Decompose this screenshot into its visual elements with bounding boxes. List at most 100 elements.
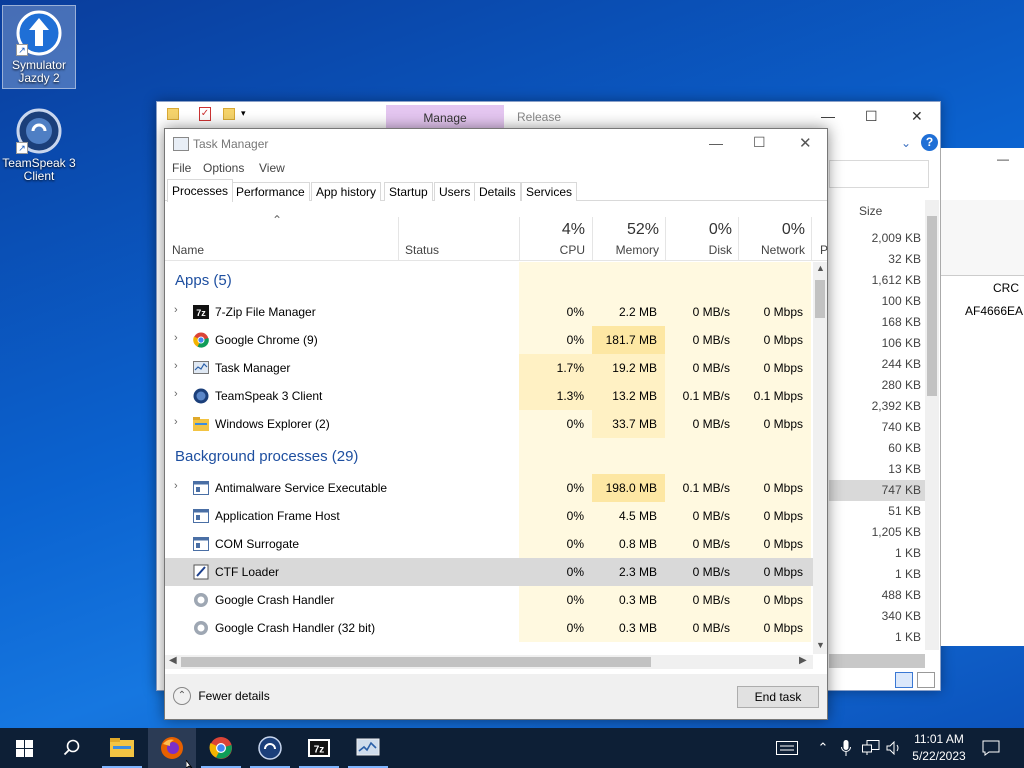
table-row[interactable]: 0% 2.2 MB 0 MB/s 0 Mbps › 7z 7-Zip File Manage… [165, 298, 813, 326]
column-network[interactable]: Network [738, 243, 805, 257]
disk-percent[interactable]: 0% [665, 221, 732, 239]
taskbar-teamspeak[interactable] [246, 728, 294, 768]
cell-mem: 4.5 MB [592, 502, 665, 530]
desktop-icon-teamspeak[interactable]: ↗ TeamSpeak 3 Client [2, 104, 76, 188]
tray-volume[interactable] [884, 728, 904, 768]
tab-performance[interactable]: Performance [231, 182, 310, 201]
close-icon[interactable]: ✕ [799, 134, 812, 152]
tab-processes[interactable]: Processes [167, 179, 234, 202]
column-status[interactable]: Status [405, 243, 439, 257]
close-icon[interactable]: ✕ [911, 108, 923, 125]
tray-network[interactable] [860, 728, 882, 768]
table-row[interactable]: 0% 2.3 MB 0 MB/s 0 Mbps CTF Loader [165, 558, 813, 586]
vertical-scrollbar[interactable] [925, 200, 939, 650]
scroll-right-icon[interactable]: ▶ [799, 655, 807, 666]
tray-notifications[interactable] [978, 728, 1004, 768]
minimize-icon[interactable]: — [709, 135, 723, 151]
taskbar-7zip[interactable]: 7z [295, 728, 343, 768]
svg-text:7z: 7z [314, 745, 325, 756]
column-power[interactable]: P [820, 243, 828, 257]
tab-services[interactable]: Services [521, 182, 578, 201]
scroll-left-icon[interactable]: ◀ [169, 655, 177, 666]
tab-startup[interactable]: Startup [384, 182, 433, 201]
column-memory[interactable]: Memory [592, 243, 659, 257]
table-row[interactable]: 0% 0.3 MB 0 MB/s 0 Mbps Google Crash Handler… [165, 614, 813, 642]
expand-chevron-icon[interactable]: › [174, 332, 178, 344]
expand-chevron-icon[interactable]: › [174, 480, 178, 492]
expand-chevron-icon[interactable]: › [174, 360, 178, 372]
horizontal-scrollbar[interactable]: ◀ ▶ [165, 655, 813, 669]
minimize-icon[interactable]: — [997, 152, 1009, 166]
horizontal-scrollbar[interactable] [829, 654, 925, 668]
menu-options[interactable]: Options [203, 161, 244, 175]
windows-logo-icon [15, 739, 33, 757]
maximize-icon[interactable]: ☐ [753, 134, 766, 151]
column-disk[interactable]: Disk [665, 243, 732, 257]
size-cell: 340 KB [881, 609, 921, 623]
task-manager-icon [173, 137, 189, 151]
table-row[interactable]: 1.7% 19.2 MB 0 MB/s 0 Mbps › Task Manager [165, 354, 813, 382]
taskbar-file-explorer[interactable] [98, 728, 146, 768]
cell-cpu: 1.7% [519, 354, 592, 382]
network-icon [862, 740, 880, 755]
scroll-down-icon[interactable]: ▼ [816, 640, 825, 650]
task-manager-titlebar[interactable]: Task Manager — ☐ ✕ [165, 129, 827, 159]
memory-percent[interactable]: 52% [592, 221, 659, 239]
help-icon[interactable]: ? [921, 134, 938, 151]
tray-touch-keyboard[interactable] [774, 728, 800, 768]
size-header[interactable]: Size [859, 204, 882, 218]
fewer-details-button[interactable]: ⌃ Fewer details [173, 687, 270, 705]
expand-chevron-icon[interactable]: › [174, 304, 178, 316]
table-row[interactable]: 0% 33.7 MB 0 MB/s 0 Mbps › Windows Explorer (… [165, 410, 813, 438]
scrollbar-thumb[interactable] [815, 280, 825, 318]
table-row[interactable]: 0% 0.3 MB 0 MB/s 0 Mbps Google Crash Handler [165, 586, 813, 614]
chrome-icon [209, 737, 232, 759]
tab-details[interactable]: Details [474, 182, 521, 201]
column-name[interactable]: Name [172, 243, 204, 257]
table-row[interactable]: 0% 4.5 MB 0 MB/s 0 Mbps Application Frame Ho… [165, 502, 813, 530]
large-icons-view-icon[interactable] [917, 672, 935, 688]
size-cell: 1,612 KB [871, 273, 921, 287]
search-button[interactable] [48, 728, 96, 768]
clock-time: 11:01 AM [914, 732, 964, 746]
address-bar[interactable] [829, 160, 929, 188]
maximize-icon[interactable]: ☐ [865, 108, 878, 125]
tab-users[interactable]: Users [434, 182, 476, 201]
end-task-button[interactable]: End task [737, 686, 819, 708]
menu-file[interactable]: File [172, 161, 191, 175]
scrollbar-thumb[interactable] [181, 657, 651, 667]
desktop-icon-symulator-jazdy[interactable]: ↗ Symulator Jazdy 2 [2, 5, 76, 89]
tray-microphone[interactable] [836, 728, 856, 768]
cell-net: 0 Mbps [738, 298, 811, 326]
tab-app-history[interactable]: App history [311, 182, 382, 201]
tray-show-hidden[interactable]: ⌃ [814, 728, 832, 768]
crc-header[interactable]: CRC [993, 281, 1019, 295]
network-percent[interactable]: 0% [738, 221, 805, 239]
vertical-scrollbar[interactable]: ▲ ▼ [813, 262, 827, 654]
taskbar-chrome[interactable] [197, 728, 245, 768]
menu-view[interactable]: View [259, 161, 285, 175]
scroll-up-icon[interactable]: ▲ [816, 263, 825, 273]
table-row[interactable]: 0% 198.0 MB 0.1 MB/s 0 Mbps › Antimalware Ser… [165, 474, 813, 502]
heat-cell [592, 262, 665, 298]
cell-disk: 0.1 MB/s [665, 382, 738, 410]
table-row[interactable]: 0% 0.8 MB 0 MB/s 0 Mbps COM Surrogate [165, 530, 813, 558]
expand-chevron-icon[interactable]: › [174, 416, 178, 428]
minimize-icon[interactable]: — [821, 108, 835, 124]
clock[interactable]: 11:01 AM 5/22/2023 [904, 731, 974, 765]
tab-release[interactable]: Release [517, 110, 561, 124]
details-view-icon[interactable] [895, 672, 913, 688]
expand-chevron-icon[interactable]: › [174, 388, 178, 400]
cell-cpu: 1.3% [519, 382, 592, 410]
column-cpu[interactable]: CPU [519, 243, 585, 257]
process-name: Google Chrome (9) [215, 333, 318, 347]
scrollbar-thumb[interactable] [927, 216, 937, 396]
table-row[interactable]: 1.3% 13.2 MB 0.1 MB/s 0.1 Mbps › TeamSpeak 3 … [165, 382, 813, 410]
chevron-down-icon[interactable]: ⌄ [901, 136, 911, 150]
table-row[interactable]: 0% 181.7 MB 0 MB/s 0 Mbps › Google Chrome (9) [165, 326, 813, 354]
taskbar-task-manager[interactable] [344, 728, 392, 768]
cell-net: 0 Mbps [738, 410, 811, 438]
dropdown-icon[interactable]: ▾ [241, 108, 246, 119]
start-button[interactable] [0, 728, 48, 768]
cpu-percent[interactable]: 4% [519, 221, 585, 239]
